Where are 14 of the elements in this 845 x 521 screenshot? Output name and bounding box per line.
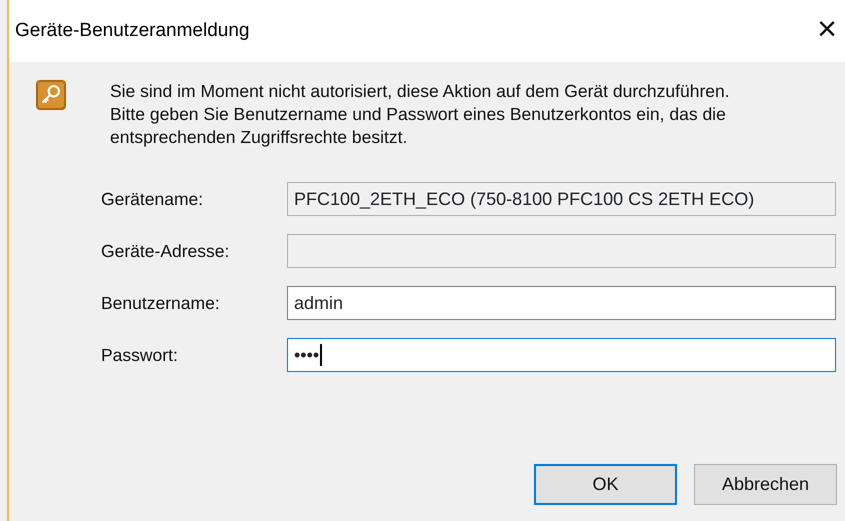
window-title: Geräte-Benutzeranmeldung bbox=[15, 18, 250, 43]
input-field[interactable]: admin bbox=[287, 286, 836, 320]
field-label: Passwort: bbox=[100, 344, 179, 367]
close-button[interactable]: × bbox=[809, 12, 845, 50]
cancel-button[interactable]: Abbrechen bbox=[694, 464, 837, 505]
field-label: Benutzername: bbox=[100, 292, 221, 315]
input-field[interactable]: PFC100_2ETH_ECO (750-8100 PFC100 CS 2ETH ECO) bbox=[287, 182, 836, 216]
ok-button[interactable]: OK bbox=[534, 464, 677, 505]
key-icon bbox=[36, 80, 66, 110]
message-text: Sie sind im Moment nicht autorisiert, diese Aktion auf dem Gerät durchzuführen. Bitte geben Sie Benutzername und Passwort eines Benutzerkontos ein, das die entsprechenden Zugriffsrechte besitzt. bbox=[110, 80, 731, 149]
field-label: Geräte-Adresse: bbox=[100, 240, 230, 263]
input-field[interactable] bbox=[287, 234, 836, 268]
field-label: Gerätename: bbox=[100, 188, 204, 211]
input-field[interactable]: •••• bbox=[287, 338, 836, 372]
